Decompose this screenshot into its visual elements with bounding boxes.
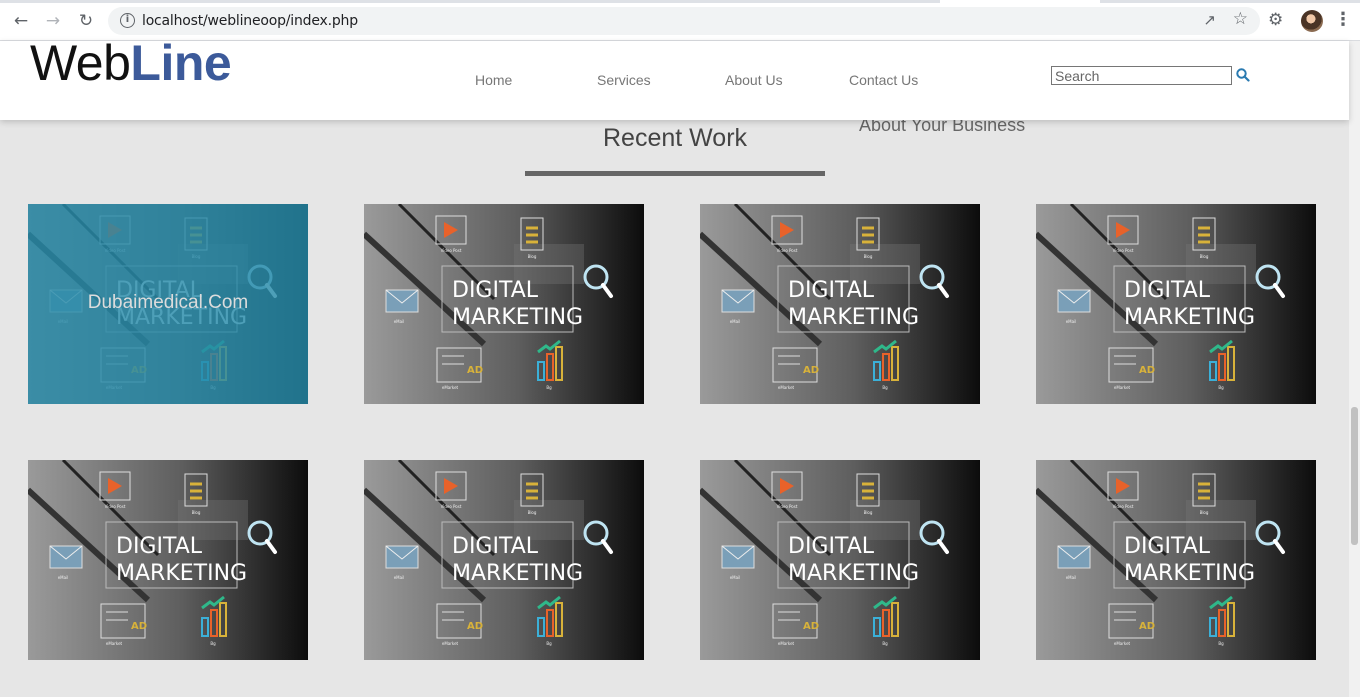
- svg-text:Video Post: Video Post: [1113, 248, 1134, 253]
- svg-text:MARKETING: MARKETING: [788, 305, 919, 330]
- svg-text:eMail: eMail: [1066, 319, 1077, 324]
- logo[interactable]: WebLine: [30, 34, 232, 92]
- info-icon[interactable]: i: [120, 13, 135, 28]
- tile-image: Video Post Blog DIGITALMARKETING eMail AD eMa…: [1036, 460, 1316, 660]
- svg-text:eMail: eMail: [730, 319, 741, 324]
- svg-text:eMarket: eMarket: [106, 641, 123, 646]
- svg-text:DIGITAL: DIGITAL: [1124, 534, 1211, 559]
- scrollbar[interactable]: [1349, 41, 1360, 697]
- svg-text:DIGITAL: DIGITAL: [1124, 278, 1211, 303]
- svg-text:DIGITAL: DIGITAL: [452, 534, 539, 559]
- title-divider: [525, 171, 825, 176]
- svg-text:MARKETING: MARKETING: [1124, 561, 1255, 586]
- work-tile[interactable]: Video Post Blog DIGITALMARKETING eMail AD eMa…: [1036, 460, 1316, 660]
- svg-text:MARKETING: MARKETING: [1124, 305, 1255, 330]
- work-tile[interactable]: Video Post Blog DIGITALMARKETING eMail AD eMa…: [364, 460, 644, 660]
- svg-text:Video Post: Video Post: [441, 248, 462, 253]
- tile-image: Video Post Blog DIGITALMARKETING eMail AD eMa…: [700, 460, 980, 660]
- back-icon[interactable]: ←: [9, 9, 33, 33]
- svg-text:AD: AD: [1139, 621, 1155, 632]
- work-tile[interactable]: Video Post Blog DIGITALMARKETING eMail AD eMa…: [1036, 204, 1316, 404]
- svg-text:eMarket: eMarket: [1114, 641, 1131, 646]
- tile-image: Video Post Blog DIGITALMARKETING eMail AD eMa…: [364, 460, 644, 660]
- svg-text:eMarket: eMarket: [442, 641, 459, 646]
- avatar[interactable]: [1301, 10, 1323, 32]
- svg-text:AD: AD: [131, 621, 147, 632]
- svg-text:MARKETING: MARKETING: [788, 561, 919, 586]
- work-tile[interactable]: Video Post Blog DIGITALMARKETING eMail AD eMa…: [700, 204, 980, 404]
- svg-text:DIGITAL: DIGITAL: [452, 278, 539, 303]
- svg-text:Bg: Bg: [882, 385, 888, 390]
- svg-text:MARKETING: MARKETING: [452, 561, 583, 586]
- svg-text:Video Post: Video Post: [1113, 504, 1134, 509]
- svg-text:AD: AD: [467, 365, 483, 376]
- svg-text:DIGITAL: DIGITAL: [116, 534, 203, 559]
- work-tile[interactable]: Video PostBlogDIGITALMARKETINGeMailADeMa…: [28, 204, 308, 404]
- svg-text:Bg: Bg: [1218, 641, 1224, 646]
- nav-contact-us[interactable]: Contact Us: [849, 72, 918, 88]
- logo-part1: Web: [30, 35, 131, 91]
- share-icon[interactable]: ↗: [1203, 11, 1216, 29]
- svg-text:Bg: Bg: [210, 641, 216, 646]
- url-text[interactable]: localhost/weblineoop/index.php: [142, 13, 358, 29]
- svg-text:eMarket: eMarket: [778, 641, 795, 646]
- tile-image: Video Post Blog DIGITALMARKETING eMail AD eMa…: [1036, 204, 1316, 404]
- svg-text:eMail: eMail: [730, 575, 741, 580]
- nav-services[interactable]: Services: [597, 72, 651, 88]
- search-icon[interactable]: [1236, 68, 1250, 82]
- svg-text:eMarket: eMarket: [1114, 385, 1131, 390]
- svg-text:AD: AD: [467, 621, 483, 632]
- svg-text:eMail: eMail: [394, 319, 405, 324]
- svg-text:Blog: Blog: [864, 254, 873, 259]
- svg-text:Video Post: Video Post: [441, 504, 462, 509]
- tab-strip: [0, 0, 1360, 3]
- svg-text:Blog: Blog: [1200, 510, 1209, 515]
- extensions-icon[interactable]: ⚙: [1268, 10, 1283, 30]
- active-tab[interactable]: [940, 0, 1100, 3]
- menu-icon[interactable]: ⋮: [1334, 9, 1352, 30]
- work-tile[interactable]: Video Post Blog DIGITALMARKETING eMail AD eMa…: [364, 204, 644, 404]
- svg-text:Video Post: Video Post: [777, 248, 798, 253]
- svg-text:Blog: Blog: [192, 510, 201, 515]
- work-tile[interactable]: Video Post Blog DIGITALMARKETING eMail AD eMa…: [700, 460, 980, 660]
- svg-text:DIGITAL: DIGITAL: [788, 534, 875, 559]
- tile-image: Video Post Blog DIGITALMARKETING eMail AD eMa…: [28, 460, 308, 660]
- svg-text:DIGITAL: DIGITAL: [788, 278, 875, 303]
- tile-image: Video Post Blog DIGITALMARKETING eMail AD eMa…: [364, 204, 644, 404]
- logo-part2: Line: [130, 35, 232, 91]
- svg-text:Blog: Blog: [528, 254, 537, 259]
- svg-text:Bg: Bg: [1218, 385, 1224, 390]
- svg-text:Blog: Blog: [528, 510, 537, 515]
- search-input[interactable]: [1051, 66, 1232, 85]
- tile-image: Video Post Blog DIGITALMARKETING eMail AD eMa…: [700, 204, 980, 404]
- svg-text:Blog: Blog: [1200, 254, 1209, 259]
- tile-hover-caption: Dubaimedical.Com: [87, 292, 249, 313]
- svg-text:eMail: eMail: [394, 575, 405, 580]
- nav-home[interactable]: Home: [475, 72, 512, 88]
- svg-text:eMail: eMail: [58, 575, 69, 580]
- svg-text:MARKETING: MARKETING: [116, 561, 247, 586]
- section-title: Recent Work: [602, 124, 748, 152]
- svg-text:Bg: Bg: [546, 385, 552, 390]
- svg-text:eMarket: eMarket: [778, 385, 795, 390]
- svg-text:Blog: Blog: [864, 510, 873, 515]
- svg-text:MARKETING: MARKETING: [452, 305, 583, 330]
- svg-text:AD: AD: [803, 621, 819, 632]
- address-bar[interactable]: i localhost/weblineoop/index.php ↗ ☆: [108, 7, 1260, 35]
- star-icon[interactable]: ☆: [1233, 9, 1248, 29]
- nav-about-us[interactable]: About Us: [725, 72, 783, 88]
- svg-text:AD: AD: [803, 365, 819, 376]
- site-header: WebLine Home Services About Us Contact U…: [0, 35, 1349, 120]
- svg-text:Video Post: Video Post: [105, 504, 126, 509]
- svg-text:Video Post: Video Post: [777, 504, 798, 509]
- reload-icon[interactable]: ↻: [74, 9, 98, 33]
- scrollbar-thumb[interactable]: [1351, 407, 1358, 545]
- work-tile[interactable]: Video Post Blog DIGITALMARKETING eMail AD eMa…: [28, 460, 308, 660]
- svg-text:Bg: Bg: [546, 641, 552, 646]
- forward-icon[interactable]: →: [41, 9, 65, 33]
- svg-text:eMarket: eMarket: [442, 385, 459, 390]
- svg-text:Bg: Bg: [882, 641, 888, 646]
- svg-text:AD: AD: [1139, 365, 1155, 376]
- svg-text:eMail: eMail: [1066, 575, 1077, 580]
